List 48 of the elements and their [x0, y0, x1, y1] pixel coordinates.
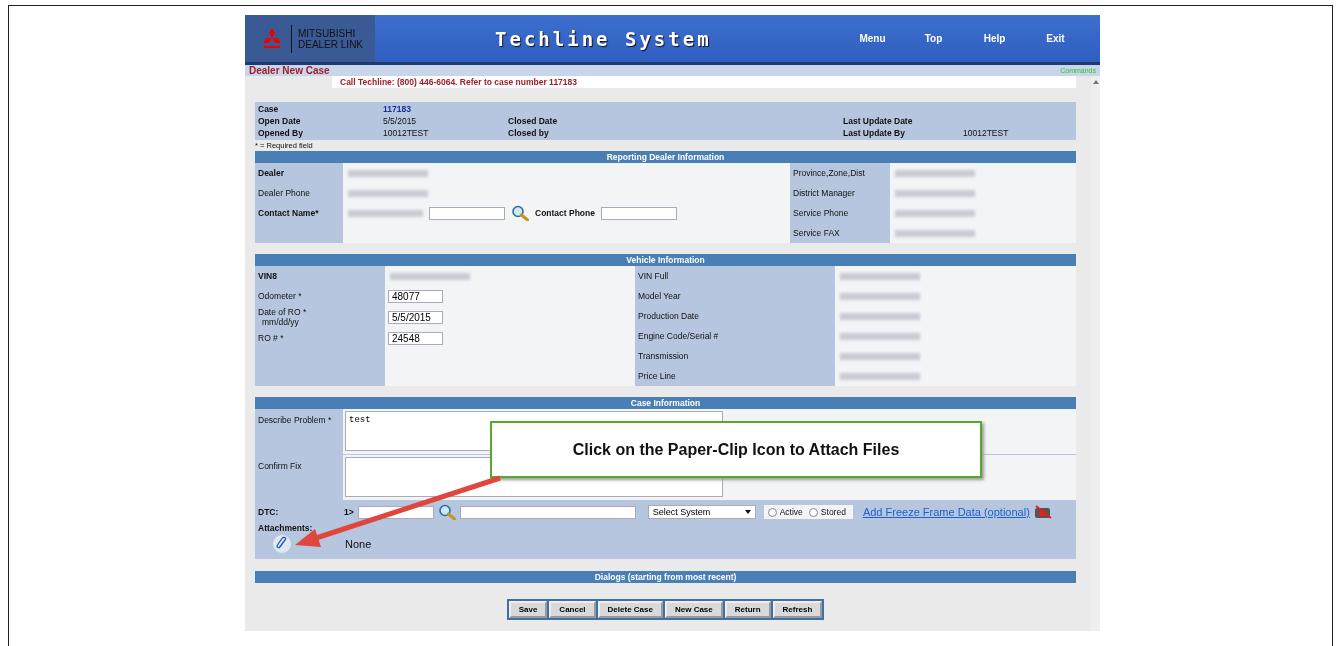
field-label: DTC:	[258, 507, 280, 517]
field-label: VIN8	[258, 271, 278, 281]
field-label: Last Update Date	[843, 115, 914, 127]
section-header: Dialogs (starting from most recent)	[255, 571, 1076, 583]
page-title: Dealer New Case	[249, 65, 330, 76]
callout-text: Click on the Paper-Clip Icon to Attach Files	[572, 440, 900, 459]
field-label: Model Year	[638, 291, 682, 301]
field-label: Contact Name*	[258, 208, 320, 218]
format-hint: mm/dd/yy	[261, 317, 300, 327]
field-label: Last Update By	[843, 127, 906, 139]
field-label: Closed Date	[508, 115, 559, 127]
attachments-value: None	[345, 538, 372, 550]
field-label: Case	[258, 103, 280, 115]
field-label: VIN Full	[638, 271, 670, 281]
field-label: Production Date	[638, 311, 700, 321]
section-header: Reporting Dealer Information	[255, 151, 1076, 163]
section-header: Vehicle Information	[255, 254, 1076, 266]
field-label: Opened By	[258, 127, 304, 139]
logo-text: DEALER LINK	[298, 38, 364, 50]
field-label: Describe Problem *	[257, 414, 333, 427]
field-label: Service Phone	[793, 208, 850, 218]
logo-text: MITSUBISHI	[298, 27, 357, 39]
field-label: Confirm Fix	[257, 460, 303, 473]
radio-label: Stored	[820, 507, 846, 517]
field-value: 10012TEST	[383, 127, 430, 139]
field-label: Odometer *	[258, 291, 303, 301]
field-label: Service FAX	[793, 228, 841, 238]
notice-text: Call Techline: (800) 446-6064. Refer to case number 117183	[340, 77, 578, 87]
field-label: Province,Zone,Dist	[793, 168, 866, 178]
field-value: 10012TEST	[963, 127, 1010, 139]
field-value: 117183	[383, 103, 412, 115]
app-title: Techline System	[495, 27, 712, 50]
field-label: Price Line	[638, 371, 677, 381]
field-label: Open Date	[258, 115, 302, 127]
field-label: RO # *	[258, 333, 285, 343]
field-label: Date of RO *	[258, 307, 308, 317]
field-label: Engine Code/Serial #	[638, 331, 720, 341]
field-label: Transmission	[638, 351, 690, 361]
field-label: Dealer	[258, 168, 285, 178]
section-header: Case Information	[255, 397, 1076, 409]
row-index: 1>	[344, 507, 354, 517]
radio-label: Active	[779, 507, 803, 517]
field-label: Attachments:	[257, 523, 314, 533]
field-label: Contact Phone	[535, 208, 595, 218]
field-label: District Manager	[793, 188, 856, 198]
field-value: 5/5/2015	[383, 115, 418, 127]
field-label: Closed by	[508, 127, 550, 139]
field-label: Dealer Phone	[258, 188, 311, 198]
